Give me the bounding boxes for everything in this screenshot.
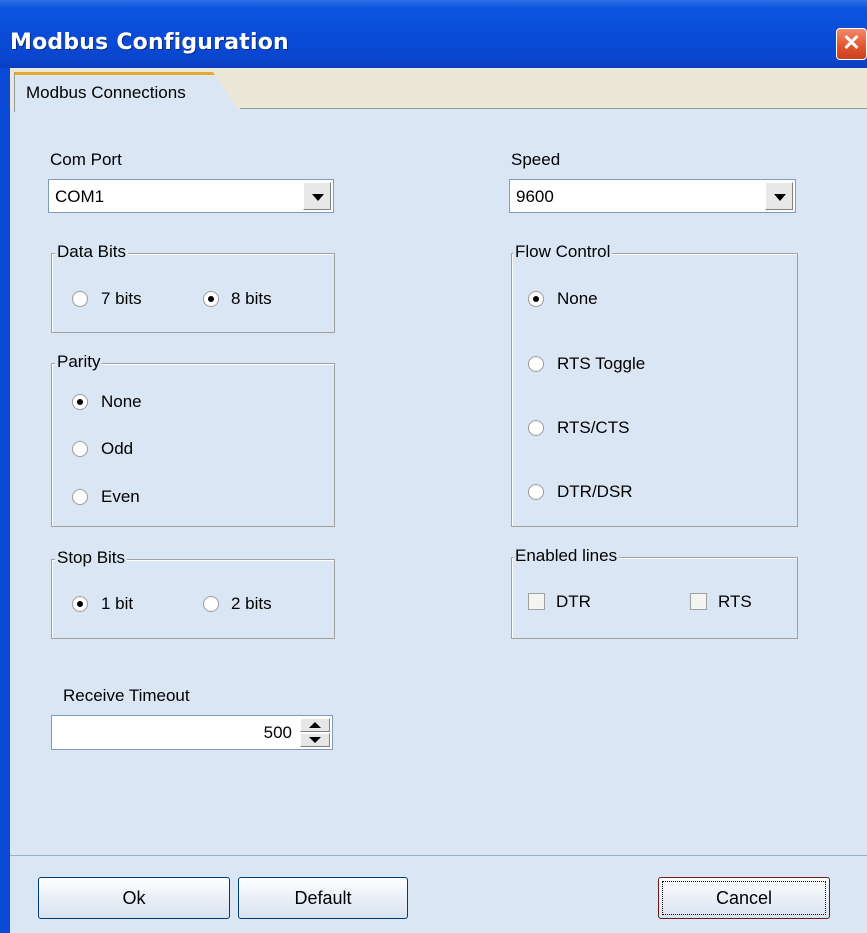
flow-control-group: [511, 253, 798, 527]
stop-bits-1-radio[interactable]: [72, 596, 88, 612]
com-port-dropdown-button[interactable]: [303, 182, 331, 210]
parity-legend: Parity: [55, 352, 103, 372]
flow-rts-cts-label[interactable]: RTS/CTS: [557, 418, 629, 438]
ok-button[interactable]: Ok: [38, 877, 230, 919]
rts-label[interactable]: RTS: [718, 592, 752, 612]
parity-odd-label[interactable]: Odd: [101, 439, 133, 459]
receive-timeout-spinner[interactable]: 500: [51, 715, 333, 750]
data-bits-legend: Data Bits: [55, 242, 128, 262]
window-title: Modbus Configuration: [10, 30, 289, 55]
flow-control-legend: Flow Control: [513, 242, 613, 262]
data-bits-7-radio[interactable]: [72, 291, 88, 307]
stop-bits-2-radio[interactable]: [203, 596, 219, 612]
speed-label: Speed: [511, 150, 561, 169]
enabled-lines-group: [511, 557, 798, 639]
title-bar[interactable]: Modbus Configuration ✕: [0, 0, 867, 68]
flow-dtr-dsr-label[interactable]: DTR/DSR: [557, 482, 633, 502]
stop-bits-2-label[interactable]: 2 bits: [231, 594, 272, 614]
stop-bits-1-label[interactable]: 1 bit: [101, 594, 133, 614]
tab-divider: [240, 108, 867, 109]
tab-label: Modbus Connections: [26, 83, 186, 102]
cancel-button[interactable]: Cancel: [658, 877, 830, 919]
close-icon: ✕: [842, 30, 861, 55]
default-button[interactable]: Default: [238, 877, 408, 919]
parity-none-radio[interactable]: [72, 394, 88, 410]
data-bits-8-radio[interactable]: [203, 291, 219, 307]
parity-none-label[interactable]: None: [101, 392, 142, 412]
spinner-buttons: [300, 718, 330, 747]
data-bits-8-label[interactable]: 8 bits: [231, 289, 272, 309]
spin-up-icon[interactable]: [300, 718, 330, 732]
receive-timeout-label: Receive Timeout: [63, 686, 190, 705]
dtr-label[interactable]: DTR: [556, 592, 591, 612]
flow-rts-toggle-label[interactable]: RTS Toggle: [557, 354, 645, 374]
stop-bits-legend: Stop Bits: [55, 548, 128, 568]
enabled-lines-legend: Enabled lines: [513, 546, 620, 566]
chevron-down-icon: [312, 194, 324, 201]
parity-even-label[interactable]: Even: [101, 487, 140, 507]
parity-odd-radio[interactable]: [72, 441, 88, 457]
flow-none-radio[interactable]: [528, 291, 544, 307]
flow-dtr-dsr-radio[interactable]: [528, 484, 544, 500]
rts-checkbox[interactable]: [690, 593, 707, 610]
com-port-value: COM1: [55, 187, 105, 206]
flow-rts-cts-radio[interactable]: [528, 420, 544, 436]
speed-dropdown-button[interactable]: [765, 182, 793, 210]
window-frame: [0, 68, 10, 933]
close-button[interactable]: ✕: [836, 28, 867, 60]
parity-group: [51, 363, 335, 527]
modbus-configuration-dialog: Modbus Configuration ✕ Modbus Connection…: [0, 0, 867, 933]
data-bits-7-label[interactable]: 7 bits: [101, 289, 142, 309]
flow-none-label[interactable]: None: [557, 289, 598, 309]
dtr-checkbox[interactable]: [528, 593, 545, 610]
com-port-label: Com Port: [50, 150, 122, 169]
speed-value: 9600: [516, 187, 554, 206]
parity-even-radio[interactable]: [72, 489, 88, 505]
chevron-down-icon: [774, 194, 786, 201]
speed-select[interactable]: 9600: [509, 179, 796, 213]
flow-rts-toggle-radio[interactable]: [528, 356, 544, 372]
receive-timeout-value[interactable]: 500: [264, 723, 292, 743]
spin-down-icon[interactable]: [300, 733, 330, 747]
com-port-select[interactable]: COM1: [48, 179, 334, 213]
data-bits-group: [51, 253, 335, 333]
stop-bits-group: [51, 559, 335, 639]
